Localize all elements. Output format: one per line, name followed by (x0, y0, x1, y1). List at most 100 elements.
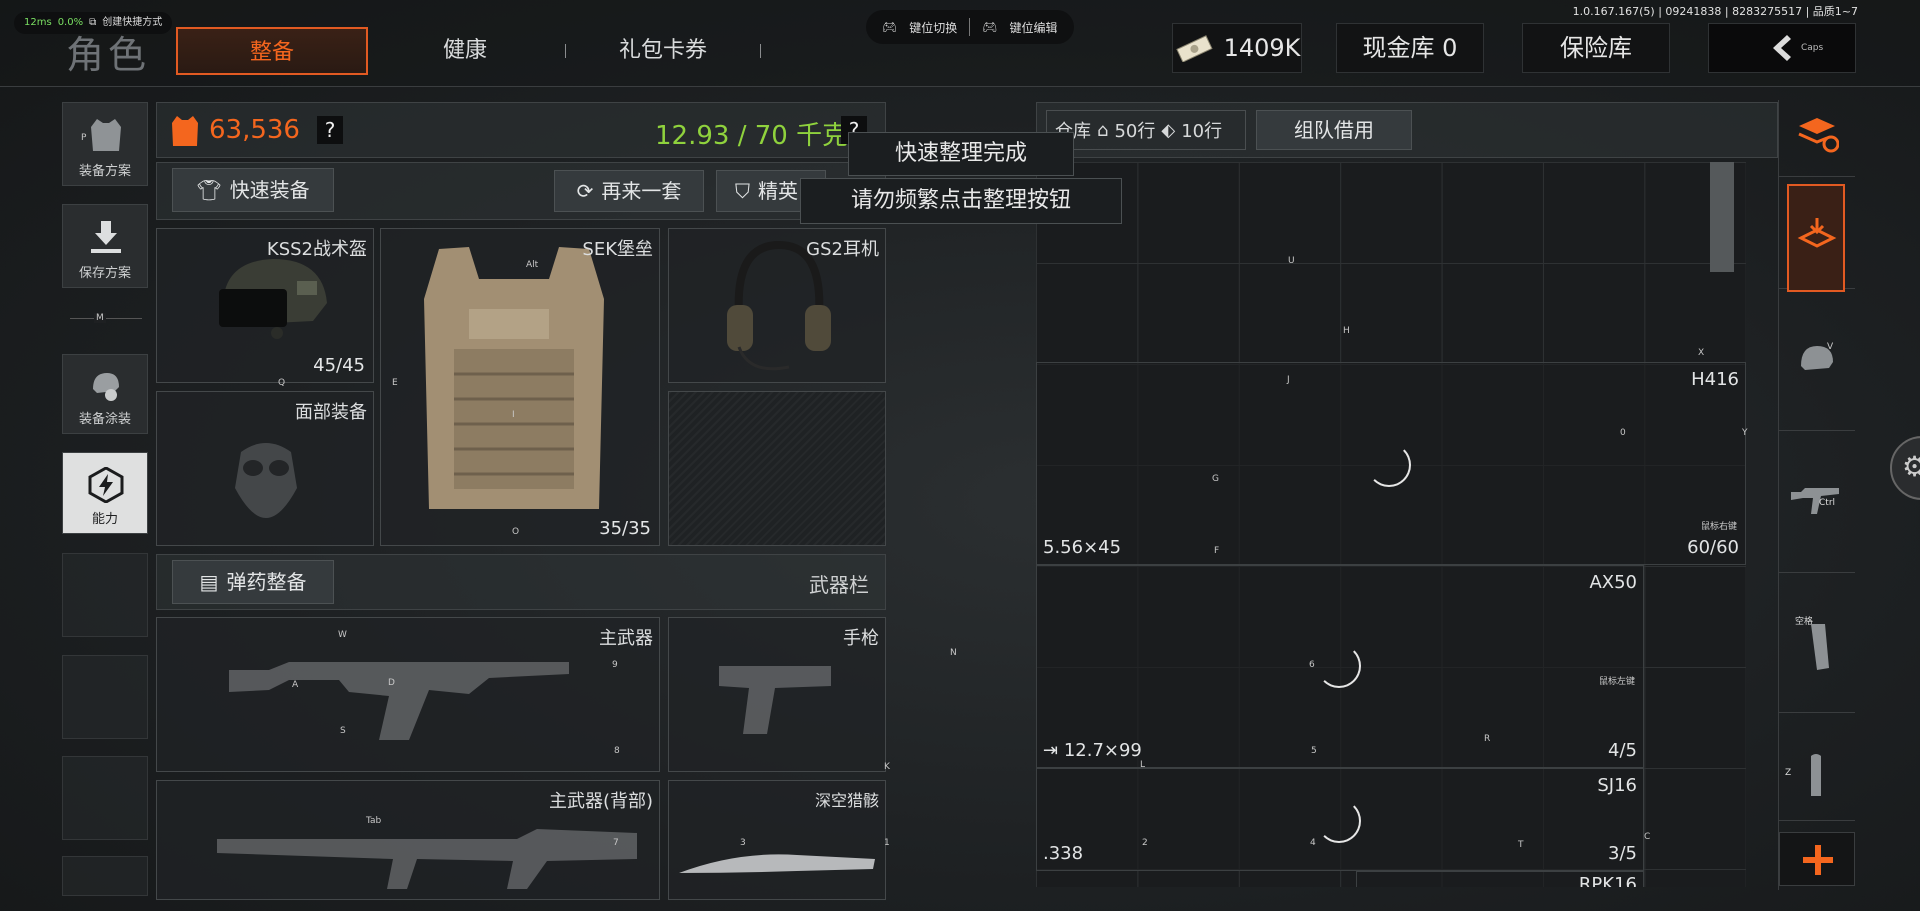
shirt-icon: 👕︎ (196, 178, 222, 202)
helmet-durability: 45/45 (313, 355, 365, 376)
armor-slot[interactable]: SEK堡垒 35/35 (380, 228, 660, 546)
stash-filter[interactable]: 仓库 ⌂ 50行 ⬖ 10行 (1046, 110, 1246, 150)
helmet-slot[interactable]: KSS2战术盔 45/45 (156, 228, 374, 383)
rifle-icon (229, 662, 569, 740)
equipment-skin-button[interactable]: 装备涂装 (62, 354, 148, 434)
melee-slot[interactable]: 深空猎骸 (668, 780, 886, 900)
ammo-prep-button[interactable]: ▤ 弹药整备 (172, 560, 334, 604)
item-ammo: 5.56×45 (1043, 537, 1122, 558)
toast-sort-warning: 请勿频繁点击整理按钮 (800, 178, 1122, 224)
ammo-filter-key: Z (1785, 768, 1792, 778)
ammo-icon: ▤ (199, 570, 219, 594)
safe-box-button[interactable]: 保险库 (1522, 23, 1670, 73)
shield-icon: ⛉ (735, 179, 750, 203)
empty-nav-slot (62, 756, 148, 840)
tab-health[interactable]: 健康 (390, 27, 540, 75)
stash-import-icon (1797, 218, 1837, 248)
team-borrow-button[interactable]: 组队借用 (1256, 110, 1412, 150)
money-value: 1409K (1223, 34, 1301, 62)
headset-slot[interactable]: GS2耳机 (668, 228, 886, 383)
item-key-tag: 鼠标右键 (1700, 522, 1737, 532)
nav-divider (70, 318, 142, 319)
banknote-icon (1175, 35, 1213, 62)
cash-vault-button[interactable]: 现金库 0 (1336, 23, 1484, 73)
bullet-icon (1811, 754, 1821, 796)
weapon-filter-button[interactable]: Ctrl (1779, 430, 1855, 573)
stash-grid[interactable]: H416 5.56×45 60/60 鼠标右键 AX50 ⇥ 12.7×99 4… (1036, 162, 1746, 887)
money-display: 1409K (1172, 23, 1302, 73)
face-slot[interactable]: 面部装备 (156, 391, 374, 546)
lightning-hex-icon (88, 467, 124, 503)
helmet-filter-key: V (1827, 342, 1834, 352)
quick-equip-button[interactable]: 👕︎ 快速装备 (172, 168, 334, 212)
item-name: H416 (1691, 369, 1739, 390)
pistol-label: 手枪 (843, 628, 879, 649)
melee-label: 深空猎骸 (814, 791, 879, 810)
back-weapon-slot[interactable]: 主武器(背部) (156, 780, 660, 900)
stash-rows: 50行 (1114, 121, 1156, 142)
primary-weapon-label: 主武器 (599, 628, 653, 649)
loadout-plan-button[interactable]: P 装备方案 (62, 102, 148, 186)
back-arrow-icon (1773, 35, 1791, 61)
ping-value: 12ms (24, 17, 52, 28)
toast-sort-complete: 快速整理完成 (848, 132, 1074, 176)
ability-label: 能力 (91, 512, 118, 527)
key-switch-button[interactable]: 键位切换 (909, 19, 957, 36)
empty-nav-slot (62, 856, 148, 896)
empty-nav-slot (62, 553, 148, 637)
magazine-icon (1811, 624, 1829, 670)
tag-icon: ⬖ (1161, 119, 1176, 141)
item-key-tag: 鼠标左键 (1598, 677, 1635, 687)
helmet-filter-button[interactable]: V (1779, 290, 1855, 431)
armor-vest-icon (424, 247, 604, 509)
item-count: 4/5 (1608, 740, 1637, 761)
headset-name: GS2耳机 (806, 239, 879, 260)
settings-edge-button[interactable]: ⚙ (1890, 436, 1920, 500)
equip-again-button[interactable]: ⟳ 再来一套 (554, 170, 704, 212)
nav-divider-key-hint: M (94, 313, 106, 323)
knife-icon (679, 854, 875, 873)
empty-equip-slot[interactable] (668, 391, 886, 546)
version-info: 1.0.167.167(5) | 09241838 | 8283275517 |… (1572, 5, 1858, 18)
download-icon (91, 221, 121, 253)
stash-item-sj16[interactable]: SJ16 .338 3/5 (1036, 768, 1644, 871)
sort-stash-button[interactable] (1779, 100, 1855, 177)
ability-button[interactable]: 能力 (62, 452, 148, 534)
back-button[interactable]: Caps (1708, 23, 1856, 73)
tab-gift-cards[interactable]: 礼包卡券 (585, 27, 741, 75)
vest-value-icon (172, 116, 198, 146)
pistol-slot[interactable]: 手枪 (668, 617, 886, 772)
weapon-filter-key: Ctrl (1819, 498, 1836, 508)
save-plan-button[interactable]: 保存方案 (62, 204, 148, 288)
vest-icon (91, 119, 121, 151)
stash-scrollbar[interactable] (1710, 162, 1734, 272)
plus-icon (1803, 845, 1833, 875)
key-edit-button[interactable]: 键位编辑 (1009, 19, 1057, 36)
primary-weapon-slot[interactable]: 主武器 (156, 617, 660, 772)
magazine-filter-button[interactable]: 空格 (1779, 572, 1855, 713)
item-count: 3/5 (1608, 843, 1637, 864)
item-ammo: .338 (1043, 843, 1084, 864)
stash-item-ax50[interactable]: AX50 ⇥ 12.7×99 4/5 鼠标左键 (1036, 565, 1644, 768)
ammo-prep-label: 弹药整备 (226, 570, 307, 594)
loading-spinner (1367, 443, 1411, 487)
add-button[interactable] (1779, 832, 1855, 886)
ammo-filter-button[interactable]: Z (1779, 712, 1855, 821)
item-count: 60/60 (1687, 537, 1739, 558)
item-name: AX50 (1589, 572, 1637, 593)
value-help-button[interactable]: ? (317, 116, 343, 144)
stash-tab-main[interactable] (1779, 176, 1855, 292)
equipment-skin-label: 装备涂装 (78, 412, 131, 427)
right-sidebar: V Ctrl 空格 Z (1778, 100, 1855, 890)
gear-icon: ⚙ (1902, 450, 1920, 483)
tab-loadout[interactable]: 整备 (176, 27, 368, 75)
gas-mask-icon (235, 443, 297, 518)
stash-item-rpk16[interactable]: RPK16 (1356, 871, 1644, 887)
stash-item-h416[interactable]: H416 5.56×45 60/60 鼠标右键 (1036, 362, 1746, 565)
save-plan-label: 保存方案 (78, 266, 131, 281)
pistol-icon (719, 666, 831, 734)
helmet-name: KSS2战术盔 (266, 239, 367, 260)
home-icon: ⌂ (1097, 119, 1109, 141)
equipment-summary-bar: 63,536 ? 12.93 / 70 千克 ? (156, 102, 886, 158)
quick-equip-label: 快速装备 (229, 178, 310, 202)
